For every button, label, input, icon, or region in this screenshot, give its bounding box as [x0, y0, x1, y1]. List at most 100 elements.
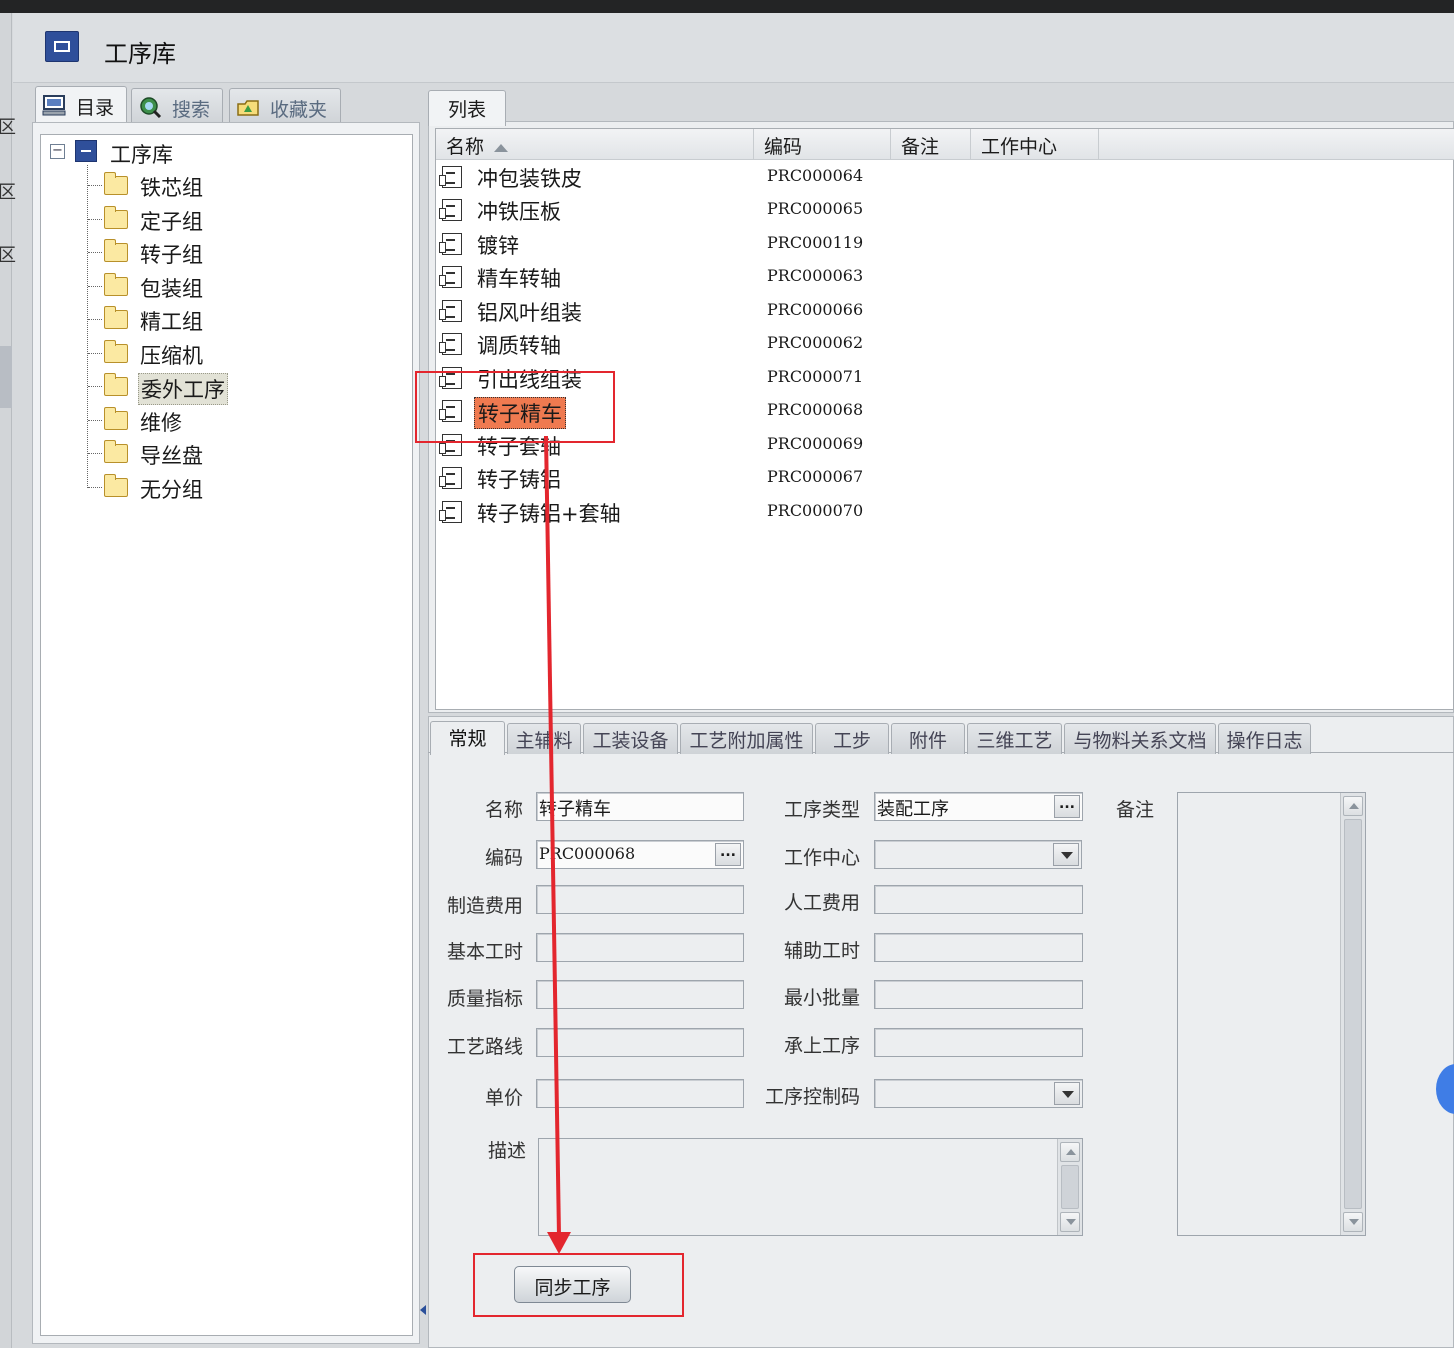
tab-search[interactable]: 搜索 — [131, 88, 223, 124]
table-row[interactable]: 铝风叶组装 PRC000066 — [436, 294, 1454, 327]
type-browse-button[interactable]: ... — [1054, 795, 1080, 818]
table-row[interactable]: 引出线组装 PRC000071 — [436, 361, 1454, 394]
tab-operation-log[interactable]: 操作日志 — [1218, 723, 1311, 754]
folder-icon — [104, 306, 128, 329]
list-header: 名称 编码 备注 工作中心 — [436, 129, 1454, 160]
chevron-down-icon[interactable] — [1054, 1082, 1080, 1105]
workcenter-label: 工作中心 — [783, 847, 860, 869]
control-code-label: 工序控制码 — [764, 1086, 860, 1108]
table-row[interactable]: 调质转轴 PRC000062 — [436, 327, 1454, 360]
folder-icon — [104, 440, 128, 463]
folder-icon — [104, 239, 128, 262]
tab-list[interactable]: 列表 — [428, 90, 506, 126]
chevron-down-icon[interactable] — [1053, 843, 1079, 866]
base-hours-field[interactable] — [536, 933, 744, 962]
tree-view[interactable] — [40, 134, 413, 1336]
table-row[interactable]: 镀锌 PRC000119 — [436, 227, 1454, 260]
table-row-selected[interactable]: 转子精车 PRC000068 — [436, 394, 1454, 429]
price-field[interactable] — [536, 1079, 744, 1108]
workcenter-select[interactable] — [874, 840, 1082, 869]
code-value: PRC000068 — [539, 844, 636, 863]
tab-general[interactable]: 常规 — [430, 721, 505, 755]
labor-cost-field[interactable] — [874, 885, 1083, 914]
table-row[interactable]: 转子套轴 PRC000069 — [436, 428, 1454, 461]
scroll-up-icon[interactable] — [1343, 796, 1363, 816]
tab-material-docs[interactable]: 与物料关系文档 — [1064, 723, 1216, 754]
window-icon — [45, 31, 79, 62]
tab-tooling[interactable]: 工装设备 — [583, 723, 678, 754]
route-field[interactable] — [536, 1028, 744, 1057]
type-field[interactable]: 装配工序 ... — [874, 792, 1083, 821]
tree-item-label: 委外工序 — [138, 373, 228, 405]
quality-field[interactable] — [536, 980, 744, 1009]
tree-item-label: 铁芯组 — [140, 176, 203, 200]
prev-process-field[interactable] — [874, 1028, 1083, 1057]
code-browse-button[interactable]: ... — [715, 843, 741, 866]
table-row[interactable]: 精车转轴 PRC000063 — [436, 260, 1454, 293]
column-header-name[interactable]: 名称 — [436, 129, 754, 160]
scroll-down-icon[interactable] — [1060, 1212, 1080, 1232]
type-label: 工序类型 — [783, 799, 860, 821]
scroll-down-icon[interactable] — [1343, 1212, 1363, 1232]
folder-icon — [104, 340, 128, 363]
scroll-up-icon[interactable] — [1060, 1142, 1080, 1162]
tab-directory[interactable]: 目录 — [35, 86, 127, 124]
sync-process-button[interactable]: 同步工序 — [514, 1266, 631, 1303]
process-doc-icon — [439, 467, 462, 489]
library-root-icon — [75, 140, 97, 162]
tab-favorites-label: 收藏夹 — [270, 99, 328, 121]
process-doc-icon — [439, 333, 462, 355]
tree-collapse-toggle[interactable]: − — [50, 144, 65, 159]
min-batch-field[interactable] — [874, 980, 1083, 1009]
column-header-workcenter[interactable]: 工作中心 — [971, 129, 1099, 160]
base-hours-label: 基本工时 — [446, 941, 523, 963]
window-title: 工序库 — [104, 40, 176, 68]
code-field[interactable]: PRC000068 ... — [536, 840, 744, 869]
tab-favorites[interactable]: 收藏夹 — [229, 88, 341, 124]
remark-scrollbar[interactable] — [1340, 793, 1365, 1235]
name-field[interactable]: 转子精车 — [536, 792, 744, 821]
panel-collapse-icon[interactable] — [420, 1305, 426, 1315]
column-header-remark[interactable]: 备注 — [891, 129, 971, 160]
tab-materials[interactable]: 主辅料 — [507, 723, 581, 754]
desc-textarea[interactable] — [538, 1138, 1083, 1236]
tree-item-label: 包装组 — [140, 277, 203, 301]
tab-search-label: 搜索 — [172, 99, 211, 121]
column-header-code[interactable]: 编码 — [754, 129, 891, 160]
table-row[interactable]: 冲铁压板 PRC000065 — [436, 193, 1454, 226]
strip-selection — [0, 346, 12, 408]
mfg-cost-field[interactable] — [536, 885, 744, 914]
tree-item-label: 导丝盘 — [140, 444, 203, 468]
monitor-icon — [42, 95, 66, 116]
aux-hours-field[interactable] — [874, 933, 1083, 962]
table-row[interactable]: 转子铸铝+套轴 PRC000070 — [436, 495, 1454, 528]
folder-icon — [104, 474, 128, 497]
min-batch-label: 最小批量 — [783, 987, 860, 1009]
code-label: 编码 — [484, 847, 523, 869]
remark-textarea[interactable] — [1177, 792, 1366, 1236]
mfg-cost-label: 制造费用 — [446, 895, 523, 917]
tree-item-label: 定子组 — [140, 210, 203, 234]
table-row[interactable]: 转子铸铝 PRC000067 — [436, 461, 1454, 494]
tree-item-label: 精工组 — [140, 310, 203, 334]
tree-item-label: 无分组 — [140, 478, 203, 502]
tree-item-label: 转子组 — [140, 243, 203, 267]
folder-icon — [104, 407, 128, 430]
tab-steps[interactable]: 工步 — [815, 723, 889, 754]
tab-3d-process[interactable]: 三维工艺 — [967, 723, 1062, 754]
control-code-select[interactable] — [874, 1079, 1083, 1108]
process-doc-icon — [439, 166, 462, 188]
left-collapsed-strip[interactable]: 区 区 区 — [0, 13, 16, 1348]
tab-extra-attributes[interactable]: 工艺附加属性 — [680, 723, 813, 754]
tree-root-label[interactable]: 工序库 — [110, 139, 173, 169]
folder-icon — [104, 373, 128, 396]
desc-scrollbar[interactable] — [1057, 1139, 1082, 1235]
tab-attachments[interactable]: 附件 — [891, 723, 965, 754]
table-row[interactable]: 冲包装铁皮 PRC000064 — [436, 160, 1454, 193]
process-doc-icon — [439, 501, 462, 523]
tab-directory-label: 目录 — [76, 97, 115, 119]
quality-label: 质量指标 — [446, 988, 523, 1010]
scroll-thumb[interactable] — [1061, 1165, 1079, 1209]
scroll-thumb[interactable] — [1344, 819, 1362, 1209]
type-value: 装配工序 — [877, 799, 949, 820]
